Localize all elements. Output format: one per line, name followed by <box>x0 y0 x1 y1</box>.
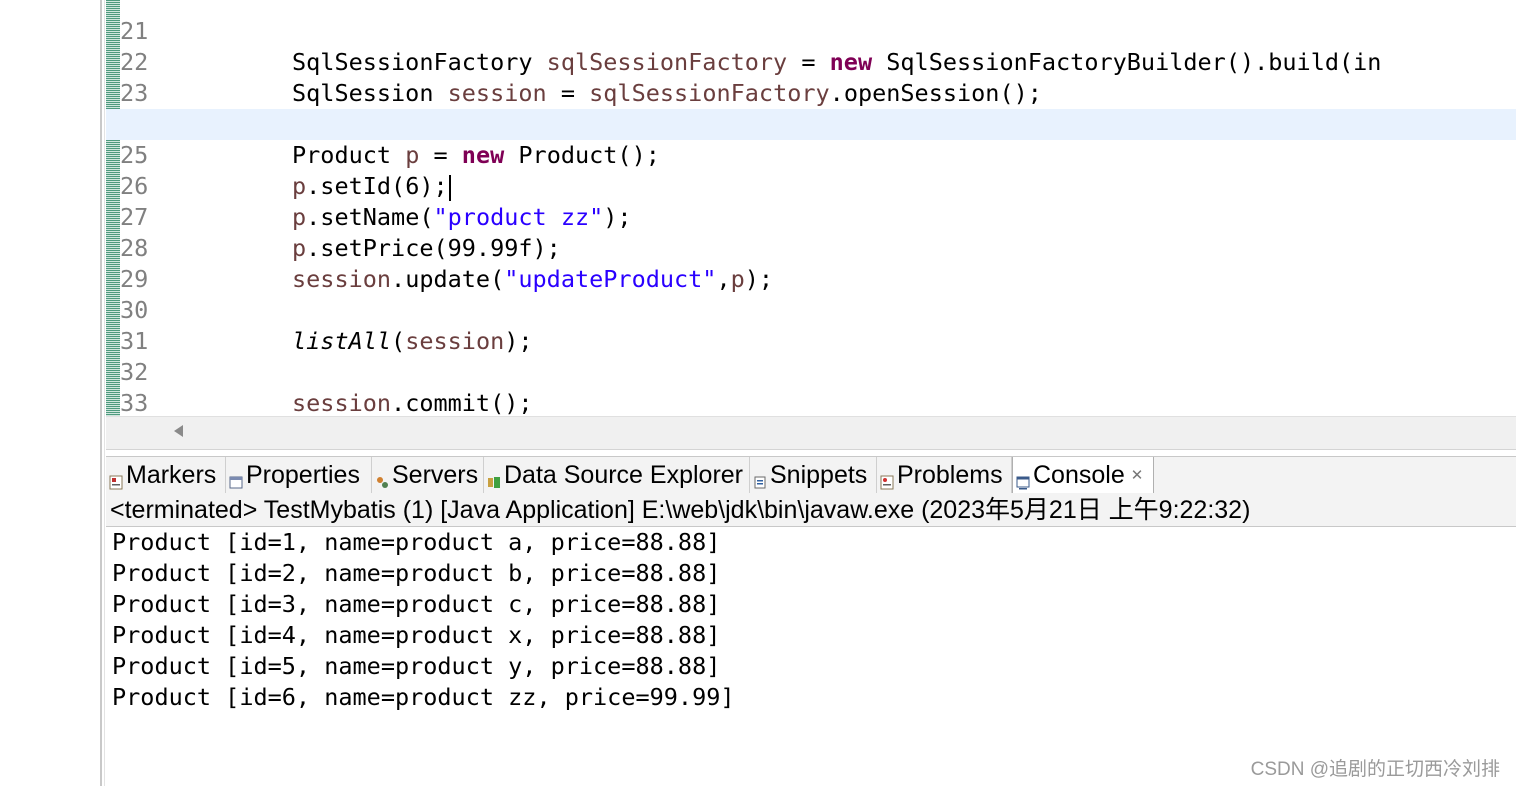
pane-divider[interactable] <box>100 0 102 786</box>
code-line[interactable]: 27 p.setPrice(99.99f); <box>106 171 1516 262</box>
tab-label: Snippets <box>770 460 868 489</box>
data-source-explorer-icon <box>487 468 501 488</box>
snippets-icon <box>753 468 767 488</box>
tab-label: Properties <box>246 460 360 489</box>
console-output-line: Product [id=3, name=product c, price=88.… <box>112 590 721 618</box>
tab-data-source-explorer[interactable]: Data Source Explorer <box>484 457 750 493</box>
console-icon <box>1016 468 1030 489</box>
tab-properties[interactable]: Properties <box>226 457 372 493</box>
code-line[interactable]: 22 SqlSession session = sqlSessionFactor… <box>106 16 1516 107</box>
code-line[interactable]: 24 Product p = new Product(); <box>106 78 1516 169</box>
code-line[interactable]: 26 p.setName("product zz"); <box>106 140 1516 231</box>
servers-icon <box>375 468 389 488</box>
horizontal-scrollbar[interactable] <box>106 416 1516 450</box>
tab-problems[interactable]: Problems <box>877 457 1012 493</box>
bottom-view-tabbar: Markers Properties Servers Data Source E… <box>106 456 1516 494</box>
watermark: CSDN @追剧的正切西冷刘排 <box>1250 759 1500 780</box>
properties-icon <box>229 468 243 488</box>
console-output-line: Product [id=2, name=product b, price=88.… <box>112 559 721 587</box>
code-line[interactable]: 31 <box>106 295 1516 355</box>
code-line[interactable]: 29 <box>106 233 1516 293</box>
tab-label: Problems <box>897 460 1003 489</box>
code-line[interactable]: 34 <box>106 388 1516 416</box>
console-output-line: Product [id=4, name=product x, price=88.… <box>112 621 721 649</box>
tab-servers[interactable]: Servers <box>372 457 484 493</box>
code-line[interactable]: 30 listAll(session); <box>106 264 1516 355</box>
console-status-line: <terminated> TestMybatis (1) [Java Appli… <box>106 493 1516 527</box>
left-pane <box>0 0 100 786</box>
code-line[interactable]: 33 session.close(); <box>106 357 1516 416</box>
code-line-current[interactable]: 25 p.setId(6); <box>106 109 1516 201</box>
tab-console[interactable]: Console ✕ <box>1012 457 1154 493</box>
code-line[interactable]: 32 session.commit(); <box>106 326 1516 416</box>
tab-label: Servers <box>392 460 479 489</box>
console-output-line: Product [id=6, name=product zz, price=99… <box>112 683 735 711</box>
code-line[interactable]: 28 session.update("updateProduct",p); <box>106 202 1516 293</box>
console-output-line: Product [id=1, name=product a, price=88.… <box>112 528 721 556</box>
pane-divider-shadow <box>104 0 105 786</box>
code-editor[interactable]: 21 SqlSessionFactory sqlSessionFactory =… <box>106 0 1516 416</box>
tab-label: Markers <box>126 460 217 489</box>
code-line[interactable]: 21 SqlSessionFactory sqlSessionFactory =… <box>106 0 1516 76</box>
tab-label: Console <box>1033 460 1125 489</box>
markers-icon <box>109 468 123 489</box>
console-output-line: Product [id=5, name=product y, price=88.… <box>112 652 721 680</box>
tab-snippets[interactable]: Snippets <box>750 457 877 493</box>
tab-markers[interactable]: Markers <box>106 457 226 493</box>
problems-icon <box>880 468 894 489</box>
scroll-left-arrow-icon[interactable] <box>174 425 183 437</box>
code-line[interactable]: 23 <box>106 47 1516 107</box>
tab-label: Data Source Explorer <box>504 460 744 489</box>
close-icon[interactable]: ✕ <box>1131 466 1144 484</box>
